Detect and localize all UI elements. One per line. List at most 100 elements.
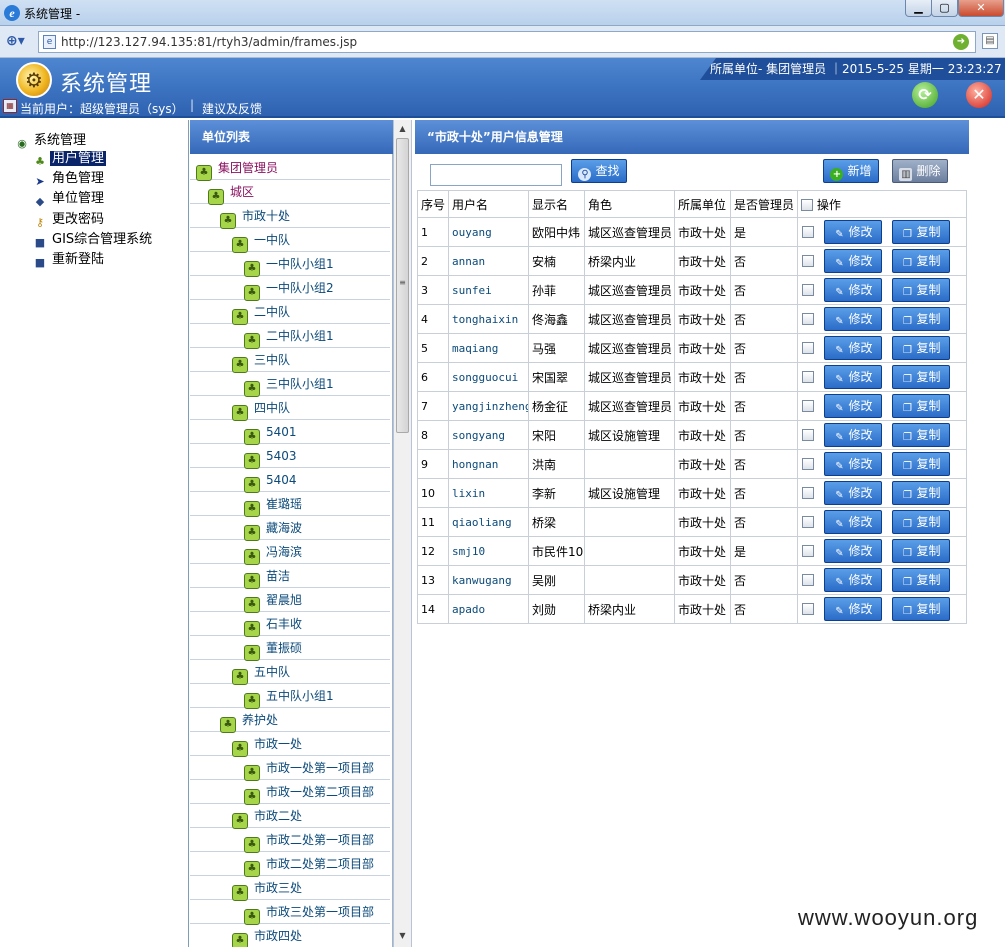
row-checkbox[interactable] (802, 341, 814, 354)
edit-button[interactable]: ✎ 修改 (824, 568, 882, 592)
nav-item-change-password[interactable]: ⚷ 更改密码 (32, 211, 106, 229)
scroll-down-icon[interactable]: ▼ (397, 930, 408, 941)
copy-button[interactable]: ❐ 复制 (892, 365, 950, 389)
row-checkbox[interactable] (802, 486, 814, 499)
edit-button[interactable]: ✎ 修改 (824, 278, 882, 302)
tree-node[interactable]: ♣ 二中队 (190, 300, 390, 325)
copy-button[interactable]: ❐ 复制 (892, 539, 950, 563)
tree-node[interactable]: ♣ 城区 (190, 180, 390, 205)
tree-node[interactable]: ♣ 5403 (190, 444, 390, 469)
tree-node[interactable]: ♣ 翟晨旭 (190, 588, 390, 613)
copy-button[interactable]: ❐ 复制 (892, 452, 950, 476)
tree-node[interactable]: ♣ 藏海波 (190, 516, 390, 541)
row-checkbox[interactable] (802, 515, 814, 528)
edit-button[interactable]: ✎ 修改 (824, 539, 882, 563)
tree-node[interactable]: ♣ 5404 (190, 468, 390, 493)
url-field[interactable]: e http://123.127.94.135:81/rtyh3/admin/f… (38, 31, 976, 53)
tree-node[interactable]: ♣ 集团管理员 (190, 156, 390, 181)
row-checkbox[interactable] (802, 573, 814, 586)
search-input[interactable] (430, 164, 562, 186)
edit-button[interactable]: ✎ 修改 (824, 220, 882, 244)
tree-node[interactable]: ♣ 市政一处 (190, 732, 390, 757)
minimize-button[interactable]: ▁ (905, 0, 932, 17)
close-window-button[interactable]: ✕ (958, 0, 1004, 17)
row-checkbox[interactable] (802, 312, 814, 325)
go-icon[interactable]: ➜ (953, 34, 969, 50)
nav-item-role-management[interactable]: ➤ 角色管理 (32, 170, 106, 188)
row-checkbox[interactable] (802, 428, 814, 441)
edit-button[interactable]: ✎ 修改 (824, 394, 882, 418)
tree-node[interactable]: ♣ 五中队小组1 (190, 684, 390, 709)
maximize-button[interactable]: ▢ (931, 0, 958, 17)
select-all-checkbox[interactable] (801, 198, 813, 211)
tree-node[interactable]: ♣ 5401 (190, 420, 390, 445)
tree-node[interactable]: ♣ 养护处 (190, 708, 390, 733)
nav-item-gis[interactable]: ■ GIS综合管理系统 (32, 231, 154, 249)
copy-button[interactable]: ❐ 复制 (892, 423, 950, 447)
copy-button[interactable]: ❐ 复制 (892, 278, 950, 302)
tree-node[interactable]: ♣ 一中队小组2 (190, 276, 390, 301)
copy-button[interactable]: ❐ 复制 (892, 220, 950, 244)
tree-node[interactable]: ♣ 五中队 (190, 660, 390, 685)
tree-node[interactable]: ♣ 市政四处 (190, 924, 390, 947)
edit-button[interactable]: ✎ 修改 (824, 249, 882, 273)
tree-node[interactable]: ♣ 石丰收 (190, 612, 390, 637)
row-checkbox[interactable] (802, 399, 814, 412)
search-button[interactable]: ⚲ 查找 (571, 159, 627, 183)
edit-button[interactable]: ✎ 修改 (824, 336, 882, 360)
logout-icon[interactable]: ✕ (966, 82, 992, 108)
refresh-icon[interactable]: ⟳ (912, 82, 938, 108)
edit-button[interactable]: ✎ 修改 (824, 452, 882, 476)
tree-node[interactable]: ♣ 市政十处 (190, 204, 390, 229)
nav-item-relogin[interactable]: ■ 重新登陆 (32, 251, 106, 269)
back-forward-icon[interactable]: ⊕▾ (6, 33, 36, 51)
edit-button[interactable]: ✎ 修改 (824, 307, 882, 331)
tree-node[interactable]: ♣ 三中队 (190, 348, 390, 373)
tree-node[interactable]: ♣ 二中队小组1 (190, 324, 390, 349)
edit-button[interactable]: ✎ 修改 (824, 510, 882, 534)
tree-scrollbar[interactable]: ▲ ≡ ▼ (393, 120, 412, 947)
tree-node[interactable]: ♣ 一中队 (190, 228, 390, 253)
add-button[interactable]: + 新增 (823, 159, 879, 183)
nav-item-unit-management[interactable]: ◆ 单位管理 (32, 190, 106, 208)
scroll-up-icon[interactable]: ▲ (397, 123, 408, 134)
tree-node[interactable]: ♣ 市政二处 (190, 804, 390, 829)
tree-node[interactable]: ♣ 市政一处第二项目部 (190, 780, 390, 805)
row-checkbox[interactable] (802, 457, 814, 470)
tree-node[interactable]: ♣ 崔璐瑶 (190, 492, 390, 517)
copy-button[interactable]: ❐ 复制 (892, 307, 950, 331)
copy-button[interactable]: ❐ 复制 (892, 394, 950, 418)
tree-node[interactable]: ♣ 市政三处 (190, 876, 390, 901)
copy-button[interactable]: ❐ 复制 (892, 249, 950, 273)
tree-node[interactable]: ♣ 一中队小组1 (190, 252, 390, 277)
url-text[interactable]: http://123.127.94.135:81/rtyh3/admin/fra… (61, 35, 357, 49)
edit-button[interactable]: ✎ 修改 (824, 481, 882, 505)
row-checkbox[interactable] (802, 254, 814, 267)
compat-view-icon[interactable]: ▤ (982, 33, 998, 49)
copy-button[interactable]: ❐ 复制 (892, 568, 950, 592)
nav-item-user-management[interactable]: ♣ 用户管理 (32, 150, 107, 168)
feedback-link[interactable]: 建议及反馈 (202, 100, 262, 117)
tree-node[interactable]: ♣ 市政二处第二项目部 (190, 852, 390, 877)
copy-button[interactable]: ❐ 复制 (892, 597, 950, 621)
tree-node[interactable]: ♣ 四中队 (190, 396, 390, 421)
copy-button[interactable]: ❐ 复制 (892, 336, 950, 360)
tree-node[interactable]: ♣ 苗洁 (190, 564, 390, 589)
nav-item-system[interactable]: ◉ 系统管理 (14, 132, 88, 150)
tree-node[interactable]: ♣ 董振硕 (190, 636, 390, 661)
edit-button[interactable]: ✎ 修改 (824, 597, 882, 621)
row-checkbox[interactable] (802, 544, 814, 557)
row-checkbox[interactable] (802, 283, 814, 296)
tree-node[interactable]: ♣ 市政一处第一项目部 (190, 756, 390, 781)
tree-node[interactable]: ♣ 市政二处第一项目部 (190, 828, 390, 853)
edit-button[interactable]: ✎ 修改 (824, 423, 882, 447)
delete-button[interactable]: ▥ 删除 (892, 159, 948, 183)
row-checkbox[interactable] (802, 602, 814, 615)
tree-node[interactable]: ♣ 三中队小组1 (190, 372, 390, 397)
copy-button[interactable]: ❐ 复制 (892, 481, 950, 505)
row-checkbox[interactable] (802, 370, 814, 383)
edit-button[interactable]: ✎ 修改 (824, 365, 882, 389)
tree-node[interactable]: ♣ 冯海滨 (190, 540, 390, 565)
row-checkbox[interactable] (802, 225, 814, 238)
tree-node[interactable]: ♣ 市政三处第一项目部 (190, 900, 390, 925)
